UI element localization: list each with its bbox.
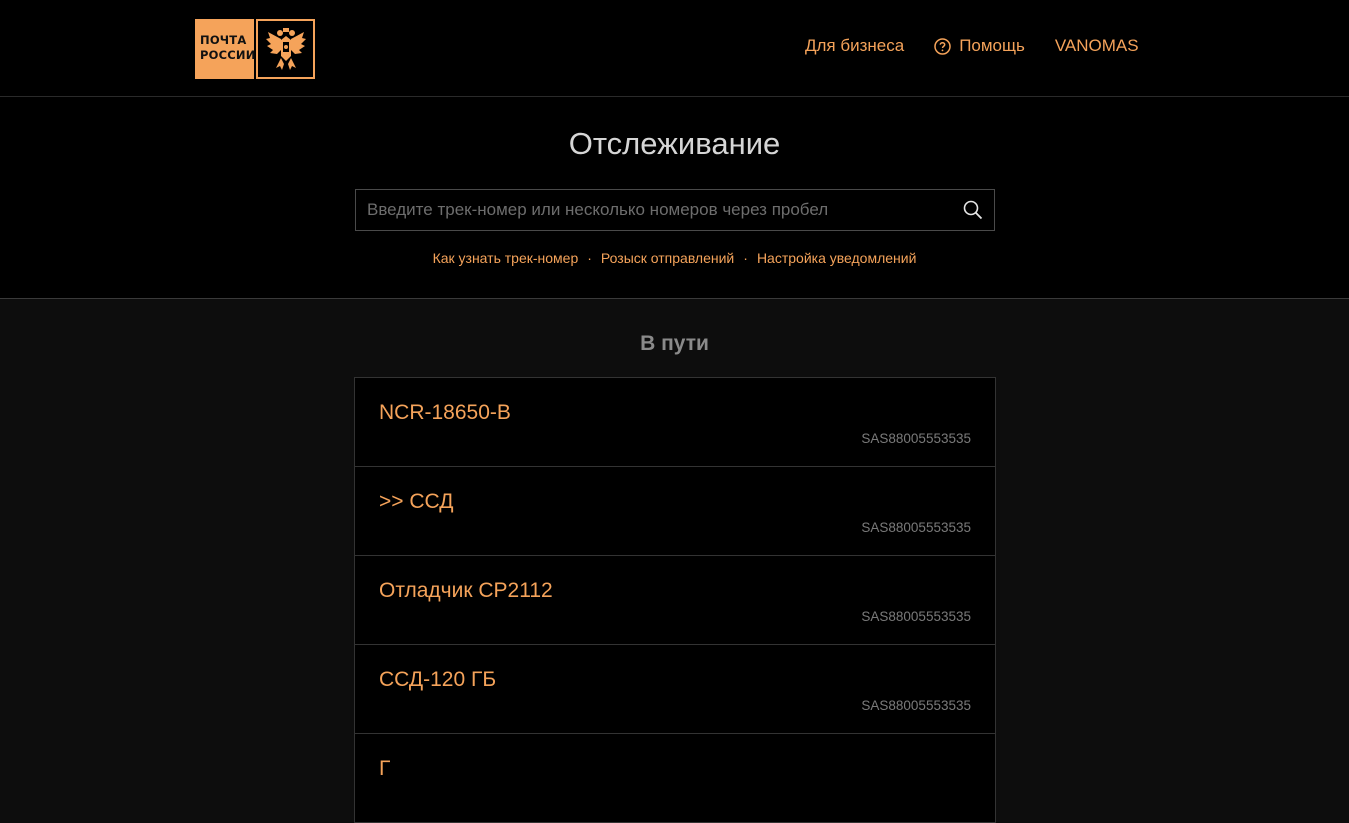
shipment-name: ССД-120 ГБ <box>379 668 497 691</box>
notification-settings-link[interactable]: Настройка уведомлений <box>757 250 916 266</box>
shipment-track-number: SAS88005553535 <box>861 698 971 713</box>
in-transit-title: В пути <box>640 332 709 355</box>
shipment-card[interactable]: NCR-18650-B SAS88005553535 <box>354 377 996 467</box>
site-header: ПОЧТА РОССИИ Для бизнеса Помощь VANOMAS <box>0 0 1349 97</box>
tracking-section: Отслеживание Как узнать трек-номер · Розыс… <box>0 97 1349 299</box>
shipment-name: Отладчик CP2112 <box>379 579 553 602</box>
tracking-help-links: Как узнать трек-номер · Розыск отправлений… <box>0 250 1349 266</box>
nav-business-link[interactable]: Для бизнеса <box>805 36 904 56</box>
separator-dot: · <box>587 250 592 266</box>
search-icon[interactable] <box>963 200 983 225</box>
search-shipments-link[interactable]: Розыск отправлений <box>601 250 734 266</box>
shipment-card[interactable]: Отладчик CP2112 SAS88005553535 <box>354 555 996 645</box>
shipment-card[interactable]: >> ССД SAS88005553535 <box>354 466 996 556</box>
top-nav: Для бизнеса Помощь VANOMAS <box>805 36 1139 56</box>
shipment-name: >> ССД <box>379 490 454 513</box>
logo-wordmark: ПОЧТА РОССИИ <box>195 19 256 79</box>
russian-eagle-emblem-icon <box>258 21 313 77</box>
shipment-card[interactable]: Г <box>354 733 996 823</box>
track-number-input[interactable] <box>356 190 946 230</box>
tracking-search <box>355 189 995 231</box>
question-circle-icon <box>934 37 951 55</box>
shipment-track-number: SAS88005553535 <box>861 609 971 624</box>
shipment-list: NCR-18650-B SAS88005553535 >> ССД SAS880… <box>354 377 996 823</box>
nav-help-label: Помощь <box>959 36 1025 55</box>
shipment-track-number: SAS88005553535 <box>861 431 971 446</box>
shipment-track-number: SAS88005553535 <box>861 520 971 535</box>
emblem-frame <box>256 19 315 79</box>
logo-line-2: РОССИИ <box>200 48 256 62</box>
shipment-name: NCR-18650-B <box>379 401 511 424</box>
page-title: Отслеживание <box>568 126 781 161</box>
nav-user-link[interactable]: VANOMAS <box>1055 36 1139 56</box>
how-to-find-track-link[interactable]: Как узнать трек-номер <box>433 250 579 266</box>
shipment-name: Г <box>379 757 391 780</box>
pochta-logo[interactable]: ПОЧТА РОССИИ <box>195 19 315 79</box>
separator-dot: · <box>743 250 748 266</box>
nav-help-link[interactable]: Помощь <box>934 36 1025 56</box>
shipment-card[interactable]: ССД-120 ГБ SAS88005553535 <box>354 644 996 734</box>
logo-line-1: ПОЧТА <box>200 33 247 47</box>
